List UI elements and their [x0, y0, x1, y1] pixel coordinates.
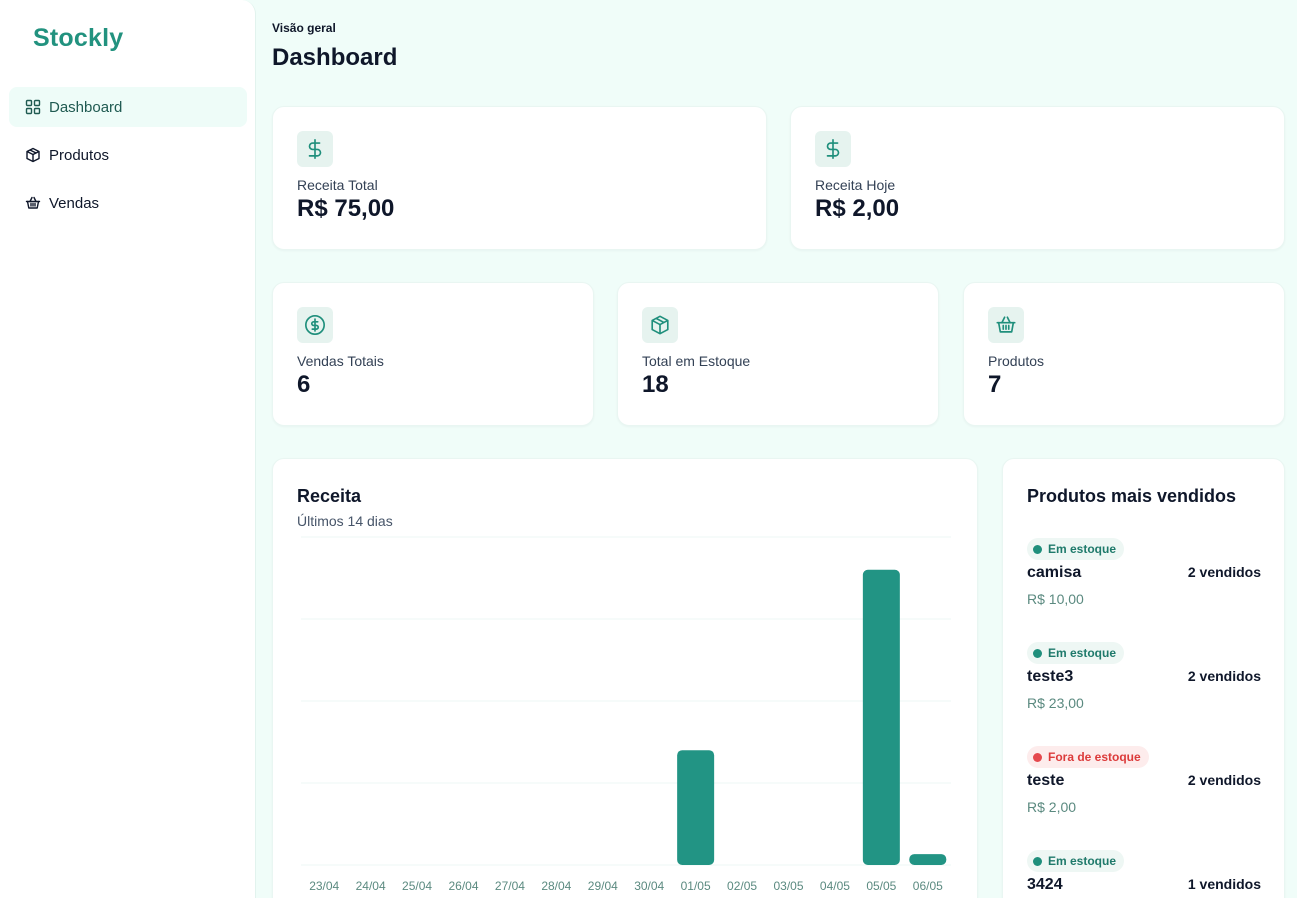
- product-name: 3424: [1027, 876, 1063, 893]
- box-icon: [642, 307, 678, 343]
- list-item[interactable]: Em estoque camisa R$ 10,00 2 vendidos: [1027, 538, 1261, 618]
- sidebar-item-dashboard[interactable]: Dashboard: [9, 87, 247, 127]
- product-price: R$ 2,00: [1027, 799, 1077, 815]
- chart-tick-label: 28/04: [541, 879, 571, 893]
- status-badge-label: Em estoque: [1048, 542, 1117, 556]
- status-badge: Em estoque: [1027, 642, 1125, 664]
- list-item[interactable]: Em estoque teste3 R$ 23,00 2 vendidos: [1027, 642, 1261, 722]
- dollar-icon: [815, 131, 851, 167]
- status-dot-icon: [1033, 544, 1042, 554]
- circle-dollar-icon: [297, 307, 333, 343]
- sidebar-item-label: Dashboard: [49, 98, 123, 116]
- stat-value: 6: [297, 371, 311, 398]
- grid-icon: [25, 99, 41, 115]
- status-badge-label: Fora de estoque: [1048, 750, 1141, 764]
- product-price: R$ 10,00: [1027, 591, 1084, 607]
- stat-label: Receita Total: [297, 177, 378, 193]
- stat-label: Receita Hoje: [815, 177, 896, 193]
- chart-tick-label: 25/04: [402, 879, 432, 893]
- stat-label: Total em Estoque: [642, 353, 751, 369]
- status-badge-label: Em estoque: [1048, 646, 1117, 660]
- revenue-chart-card: Receita Últimos 14 dias 23/04 24/04 25/04 2…: [272, 458, 978, 898]
- status-badge: Em estoque: [1027, 538, 1125, 560]
- status-badge-label: Em estoque: [1048, 854, 1117, 868]
- status-dot-icon: [1033, 648, 1042, 658]
- chart-tick-label: 26/04: [448, 879, 478, 893]
- stat-value: R$ 75,00: [297, 195, 395, 222]
- status-badge: Fora de estoque: [1027, 746, 1149, 768]
- product-sold-count: 2 vendidos: [1187, 564, 1261, 580]
- chart-tick-label: 29/04: [588, 879, 618, 893]
- product-sold-count: 1 vendidos: [1187, 876, 1261, 892]
- product-price: R$ 23,00: [1027, 695, 1084, 711]
- page-title: Dashboard: [272, 44, 398, 71]
- revenue-chart: 23/04 24/04 25/04 26/04 27/04 28/04 29/04 30/04…: [301, 536, 951, 893]
- stat-card-receita-hoje: Receita Hoje R$ 2,00: [790, 106, 1285, 250]
- status-badge: Em estoque: [1027, 850, 1125, 872]
- sidebar-item-label: Vendas: [49, 194, 100, 212]
- app-logo[interactable]: Stockly: [33, 24, 123, 53]
- top-products-title: Produtos mais vendidos: [1027, 486, 1237, 506]
- product-name: camisa: [1027, 564, 1082, 581]
- chart-bar[interactable]: [677, 750, 715, 865]
- product-sold-count: 2 vendidos: [1187, 668, 1261, 684]
- status-dot-icon: [1033, 856, 1042, 866]
- top-products-card: Produtos mais vendidos Em estoque camisa…: [1002, 458, 1285, 898]
- list-item[interactable]: Fora de estoque teste R$ 2,00 2 vendidos: [1027, 746, 1261, 826]
- chart-tick-label: 05/05: [866, 879, 896, 893]
- stat-value: 18: [642, 371, 669, 398]
- main-content: Visão geral Dashboard Receita Total R$ 7…: [256, 0, 1297, 898]
- sidebar-nav: Dashboard Produtos Vendas: [9, 87, 247, 231]
- stat-card-receita-total: Receita Total R$ 75,00: [272, 106, 767, 250]
- page-overline: Visão geral: [272, 21, 336, 35]
- chart-tick-label: 23/04: [309, 879, 339, 893]
- chart-tick-label: 02/05: [727, 879, 757, 893]
- chart-tick-label: 06/05: [913, 879, 943, 893]
- box-icon: [25, 147, 41, 163]
- chart-tick-label: 03/05: [773, 879, 803, 893]
- stat-card-vendas-totais: Vendas Totais 6: [272, 282, 594, 426]
- basket-icon: [25, 195, 41, 211]
- stat-value: R$ 2,00: [815, 195, 900, 222]
- product-sold-count: 2 vendidos: [1187, 772, 1261, 788]
- chart-tick-label: 01/05: [681, 879, 711, 893]
- chart-bar[interactable]: [909, 854, 947, 865]
- status-dot-icon: [1033, 752, 1042, 762]
- chart-tick-label: 04/05: [820, 879, 850, 893]
- chart-tick-label: 24/04: [356, 879, 386, 893]
- app-root: Stockly Dashboard Produtos Vendas Visão …: [0, 0, 1297, 898]
- stat-card-produtos: Produtos 7: [963, 282, 1285, 426]
- stat-value: 7: [988, 371, 1002, 398]
- list-item[interactable]: Em estoque 3424 1 vendidos: [1027, 850, 1261, 898]
- basket-icon: [988, 307, 1024, 343]
- product-name: teste3: [1027, 668, 1074, 685]
- stat-label: Produtos: [988, 353, 1045, 369]
- dollar-icon: [297, 131, 333, 167]
- stat-label: Vendas Totais: [297, 353, 384, 369]
- stat-card-total-estoque: Total em Estoque 18: [617, 282, 939, 426]
- sidebar-item-produtos[interactable]: Produtos: [9, 135, 247, 175]
- chart-tick-label: 30/04: [634, 879, 664, 893]
- chart-tick-label: 27/04: [495, 879, 525, 893]
- sidebar: Stockly Dashboard Produtos Vendas: [0, 0, 256, 898]
- chart-bar[interactable]: [862, 569, 900, 865]
- product-name: teste: [1027, 772, 1065, 789]
- sidebar-item-vendas[interactable]: Vendas: [9, 183, 247, 223]
- sidebar-item-label: Produtos: [49, 146, 110, 164]
